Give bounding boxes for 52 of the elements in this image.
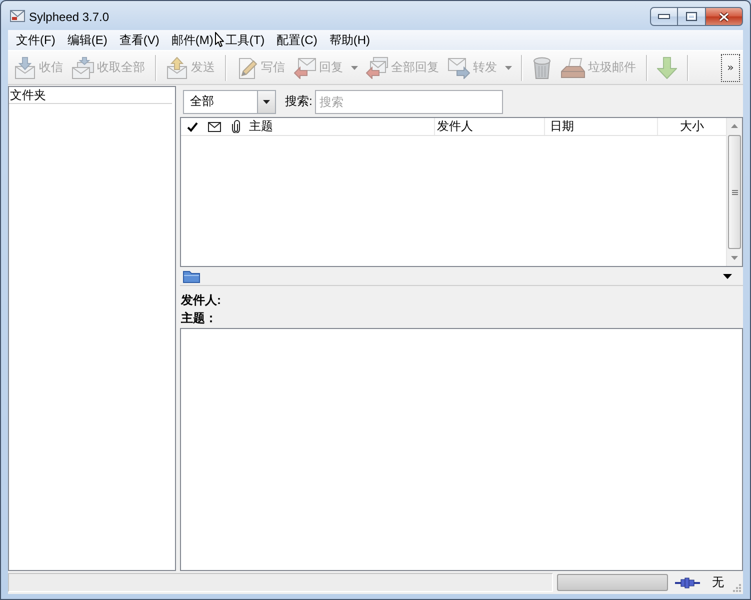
close-button[interactable] xyxy=(706,7,743,26)
check-mark-icon[interactable] xyxy=(186,122,198,132)
down-arrow-icon xyxy=(657,56,677,78)
menu-item[interactable]: 工具(T) xyxy=(219,31,271,49)
paperclip-icon[interactable] xyxy=(232,120,240,133)
caret-down-icon xyxy=(350,66,358,70)
folder-icon[interactable] xyxy=(183,270,200,282)
caret-down-icon xyxy=(731,256,738,260)
menu-item[interactable]: 帮助(H) xyxy=(323,31,376,49)
tray-icon xyxy=(561,58,585,78)
mail-icon xyxy=(10,10,25,22)
caret-up-icon xyxy=(731,124,738,128)
header-label: 主题： xyxy=(181,310,217,327)
envelope-down-arrow-icon xyxy=(14,56,36,78)
minimize-button[interactable] xyxy=(650,7,678,26)
window-title: Sylpheed 3.7.0 xyxy=(29,9,110,25)
caret-down-icon xyxy=(263,100,270,104)
column-header[interactable]: 发件人 xyxy=(435,118,545,135)
envelope-right-arrow-icon xyxy=(448,56,470,78)
search-field[interactable]: 搜索 xyxy=(315,90,504,114)
overflow-button[interactable]: » xyxy=(721,54,740,82)
menu-item[interactable]: 编辑(E) xyxy=(61,31,114,49)
plug-icon[interactable] xyxy=(675,576,700,588)
maximize-button[interactable] xyxy=(678,7,706,26)
pencil-paper-icon xyxy=(236,56,258,78)
menu-item[interactable]: 配置(C) xyxy=(270,31,324,49)
caret-down-icon[interactable] xyxy=(723,274,732,278)
menu-item[interactable]: 查看(V) xyxy=(113,31,166,49)
filter-dropdown[interactable]: 全部 xyxy=(183,90,276,114)
column-header[interactable]: 主题 xyxy=(245,118,435,135)
search-label: 搜索: xyxy=(285,93,312,110)
mouse-pointer-icon xyxy=(215,32,224,47)
envelope-up-arrow-icon xyxy=(166,56,188,78)
menu-item[interactable]: 邮件(M) xyxy=(165,31,220,49)
resize-grip-icon[interactable] xyxy=(732,583,741,592)
envelope-left-arrow-icon xyxy=(294,56,316,78)
caret-down-icon xyxy=(504,66,512,70)
envelopes-left-arrow-icon xyxy=(366,56,388,78)
envelopes-icon xyxy=(72,56,94,78)
scroll-thumb[interactable] xyxy=(728,135,741,249)
menu-item[interactable]: 文件(F) xyxy=(10,31,62,49)
close-icon xyxy=(718,12,730,22)
column-header[interactable]: 日期 xyxy=(545,118,658,135)
envelope-icon[interactable] xyxy=(208,122,221,132)
status-text: 无 xyxy=(712,574,724,591)
trash-can-icon xyxy=(532,56,552,78)
column-header[interactable]: 文件夹 xyxy=(9,87,172,104)
maximize-icon xyxy=(686,12,697,21)
header-label: 发件人: xyxy=(181,292,221,309)
grip-icon xyxy=(732,190,738,194)
minimize-icon xyxy=(658,14,670,19)
scrollbar[interactable] xyxy=(726,118,742,266)
